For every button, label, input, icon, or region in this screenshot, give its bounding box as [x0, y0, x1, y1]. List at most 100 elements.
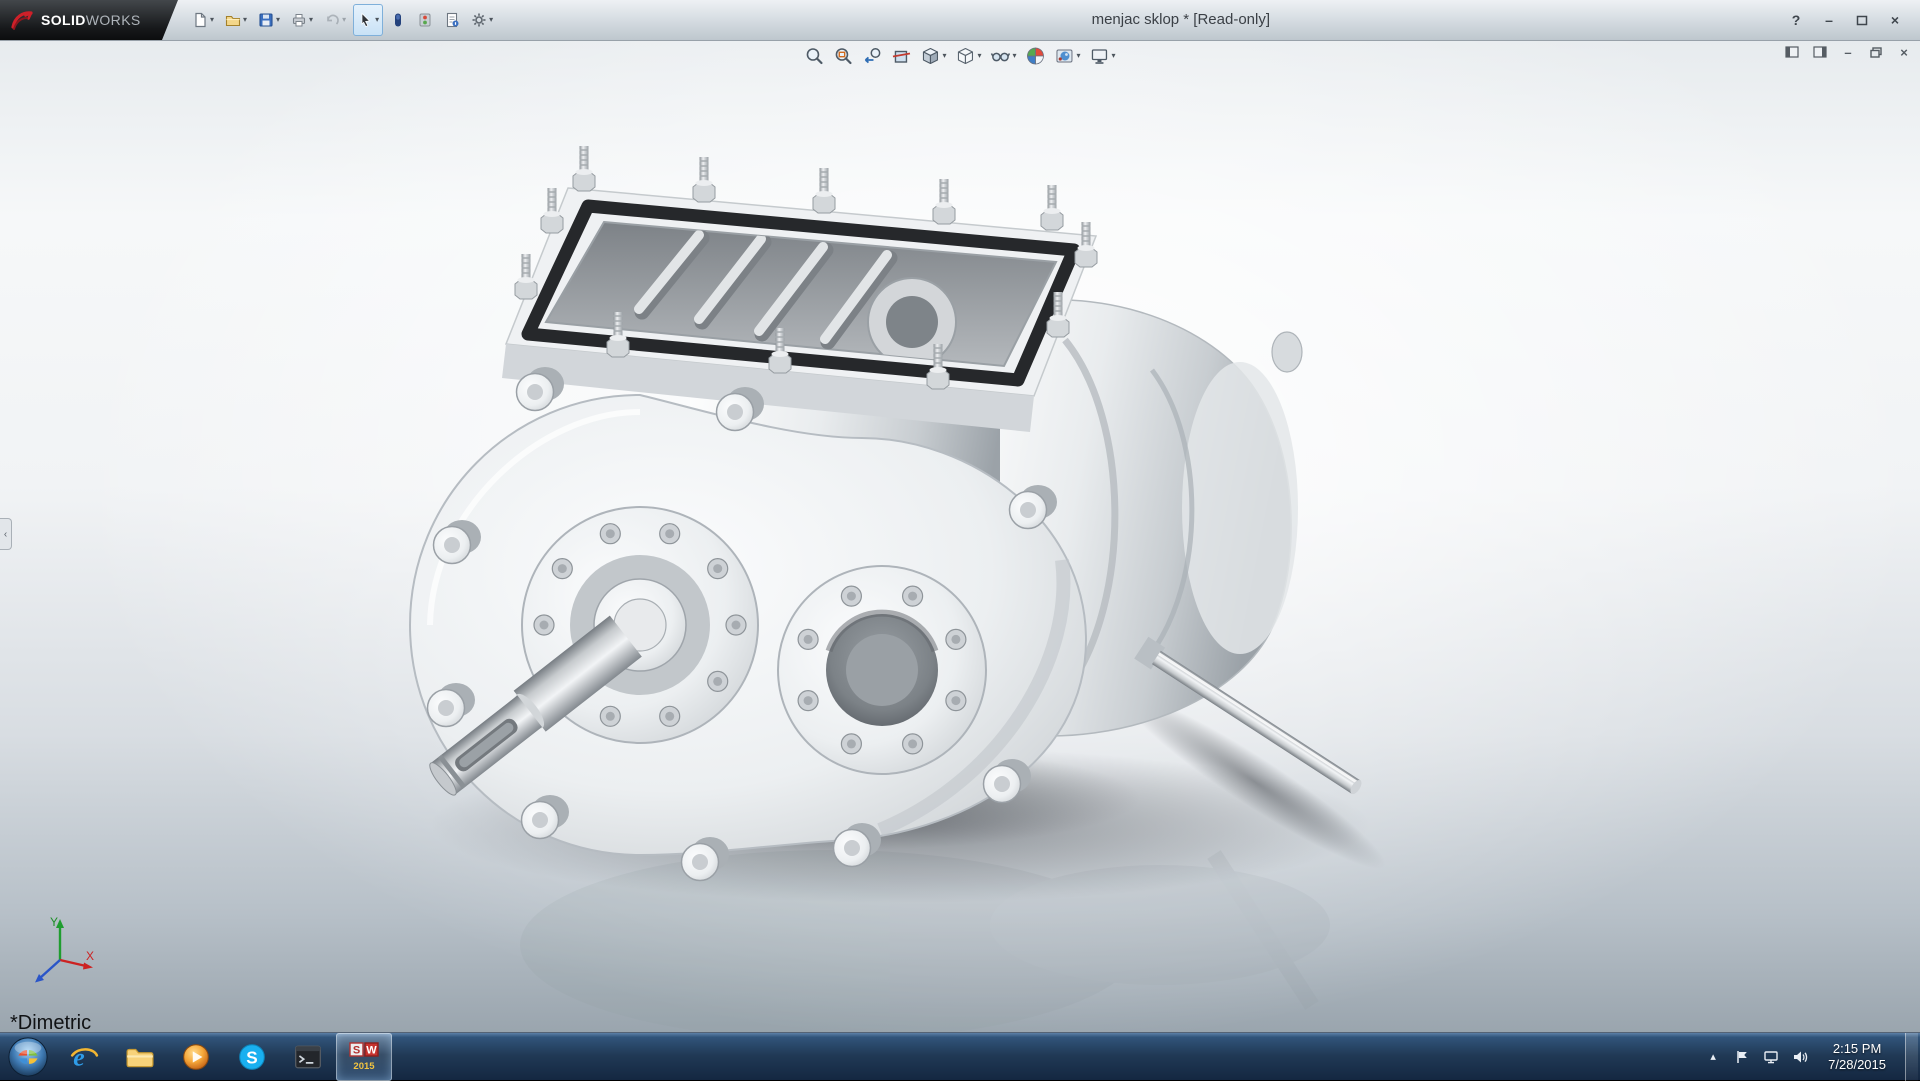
zoom-to-area-icon [833, 46, 853, 66]
volume-icon[interactable] [1791, 1048, 1809, 1066]
dropdown-icon[interactable]: ▾ [243, 16, 247, 24]
minimize-button[interactable]: – [1820, 11, 1838, 29]
triad-x-label: X [86, 949, 94, 963]
view-settings-button[interactable]: ▾ [1088, 45, 1118, 67]
media-player-icon [181, 1042, 211, 1072]
featuremanager-collapsed-tab[interactable]: ‹ [0, 518, 12, 550]
rebuild-button[interactable] [413, 4, 437, 36]
view-orientation-button[interactable]: ▾ [918, 45, 948, 67]
previous-view-button[interactable] [860, 45, 884, 67]
open-button[interactable]: ▾ [221, 4, 251, 36]
select-button[interactable]: ▾ [353, 4, 383, 36]
taskbar-internet-explorer[interactable]: e [56, 1033, 112, 1081]
close-document-button[interactable]: × [1896, 44, 1912, 60]
reference-triad[interactable]: Y X [24, 914, 100, 990]
dropdown-icon[interactable]: ▾ [977, 52, 981, 60]
restore-icon [1870, 47, 1882, 58]
hide-show-items-button[interactable]: ▾ [988, 45, 1018, 67]
taskbar-windows-explorer[interactable] [112, 1033, 168, 1081]
featuremanager-pane-button[interactable] [1784, 44, 1800, 60]
new-document-button[interactable]: ▾ [188, 4, 218, 36]
gearbox-model [0, 40, 1920, 1032]
appearance-ball-icon [1026, 46, 1046, 66]
start-button[interactable] [0, 1033, 56, 1081]
dropdown-icon[interactable]: ▾ [942, 52, 946, 60]
pane-left-icon [1785, 46, 1799, 58]
folder-icon [125, 1042, 155, 1072]
top-cover [502, 146, 1097, 432]
main-toolbar: ▾ ▾ ▾ ▾ [188, 4, 497, 36]
options-gear-icon [471, 12, 487, 28]
display-style-button[interactable]: ▾ [953, 45, 983, 67]
rebuild-icon [417, 12, 433, 28]
internet-explorer-icon: e [69, 1042, 99, 1072]
solidworks-logo: SOLIDWORKS [0, 0, 178, 40]
taskbar-solidworks[interactable]: S W 2015 [336, 1033, 392, 1081]
taskbar-skype[interactable]: S [224, 1033, 280, 1081]
show-desktop-button[interactable] [1905, 1033, 1918, 1081]
svg-text:S: S [246, 1047, 257, 1067]
window-controls: ? – × [1787, 11, 1920, 29]
new-document-icon [192, 12, 208, 28]
print-icon [291, 12, 307, 28]
output-bore [778, 566, 986, 774]
save-button[interactable]: ▾ [254, 4, 284, 36]
section-view-button[interactable] [889, 45, 913, 67]
dropdown-icon[interactable]: ▾ [210, 16, 214, 24]
dropdown-icon[interactable]: ▾ [1112, 52, 1116, 60]
dropdown-icon[interactable]: ▾ [1077, 52, 1081, 60]
clock-time: 2:15 PM [1828, 1041, 1886, 1057]
svg-text:e: e [73, 1042, 84, 1071]
dropdown-icon[interactable]: ▾ [375, 16, 379, 24]
file-properties-icon [444, 12, 460, 28]
previous-view-icon [862, 46, 882, 66]
triad-y-label: Y [50, 915, 58, 929]
display-settings-icon[interactable] [1762, 1048, 1780, 1066]
action-center-flag-icon[interactable] [1733, 1048, 1751, 1066]
document-window-controls: – × [1784, 44, 1912, 60]
zoom-to-area-button[interactable] [831, 45, 855, 67]
zoom-to-fit-button[interactable] [802, 45, 826, 67]
display-pane-button[interactable] [1812, 44, 1828, 60]
windows-start-orb-icon [7, 1036, 49, 1078]
minimize-document-button[interactable]: – [1840, 44, 1856, 60]
section-view-icon [891, 46, 911, 66]
model-viewport[interactable]: ▾ ▾ ▾ [0, 40, 1920, 1032]
display-style-icon [955, 46, 975, 66]
solidworks-window: SOLIDWORKS ▾ ▾ ▾ [0, 0, 1920, 1080]
view-orientation-label: *Dimetric [10, 1012, 91, 1032]
solidworks-logo-icon [10, 8, 34, 32]
edit-appearance-button[interactable] [1024, 45, 1048, 67]
svg-text:W: W [366, 1044, 377, 1056]
xpress-products-button[interactable] [386, 4, 410, 36]
taskbar-media-player[interactable] [168, 1033, 224, 1081]
close-button[interactable]: × [1886, 11, 1904, 29]
taskbar-command-window[interactable] [280, 1033, 336, 1081]
show-hidden-icons-button[interactable]: ▴ [1704, 1048, 1722, 1066]
taskbar-clock[interactable]: 2:15 PM 7/28/2015 [1820, 1041, 1894, 1073]
dropdown-icon[interactable]: ▾ [309, 16, 313, 24]
file-properties-button[interactable] [440, 4, 464, 36]
open-folder-icon [225, 12, 241, 28]
solidworks-app-icon: S W 2015 [348, 1041, 380, 1073]
pane-right-icon [1813, 46, 1827, 58]
options-button[interactable]: ▾ [467, 4, 497, 36]
restore-document-button[interactable] [1868, 44, 1884, 60]
solidworks-year-badge: 2015 [353, 1061, 375, 1072]
taskbar: e S [0, 1032, 1920, 1080]
print-button[interactable]: ▾ [287, 4, 317, 36]
dropdown-icon[interactable]: ▾ [489, 16, 493, 24]
dropdown-icon[interactable]: ▾ [342, 16, 346, 24]
undo-icon [324, 12, 340, 28]
maximize-icon [1856, 15, 1868, 26]
undo-button[interactable]: ▾ [320, 4, 350, 36]
system-tray: ▴ 2:15 PM [1704, 1033, 1920, 1081]
maximize-button[interactable] [1853, 11, 1871, 29]
apply-scene-icon [1055, 46, 1075, 66]
help-button[interactable]: ? [1787, 11, 1805, 29]
command-window-icon [293, 1042, 323, 1072]
dropdown-icon[interactable]: ▾ [276, 16, 280, 24]
brand-text: SOLIDWORKS [41, 12, 141, 28]
dropdown-icon[interactable]: ▾ [1012, 52, 1016, 60]
apply-scene-button[interactable]: ▾ [1053, 45, 1083, 67]
